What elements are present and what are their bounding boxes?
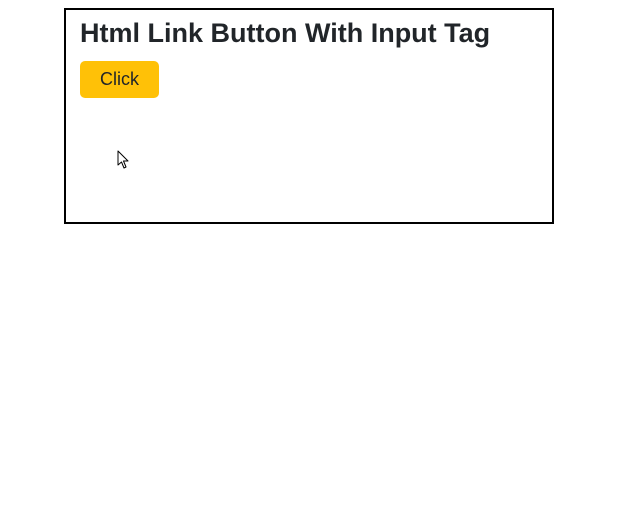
page-title: Html Link Button With Input Tag: [80, 16, 538, 51]
demo-panel: Html Link Button With Input Tag: [64, 8, 554, 224]
click-button[interactable]: [80, 61, 159, 98]
